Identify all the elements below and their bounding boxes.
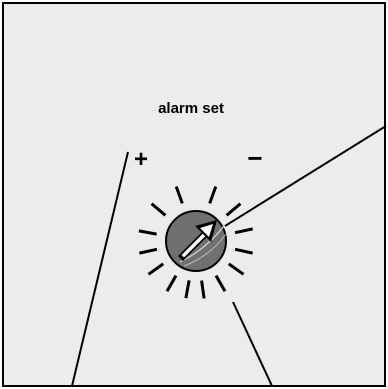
rotary-knob-icon[interactable] [165, 210, 227, 272]
minus-label: − [247, 143, 262, 173]
alarm-set-diagram: alarm set + − [2, 2, 387, 387]
plus-label: + [134, 146, 148, 173]
panel-title: alarm set [158, 100, 224, 117]
device-panel [2, 2, 386, 387]
